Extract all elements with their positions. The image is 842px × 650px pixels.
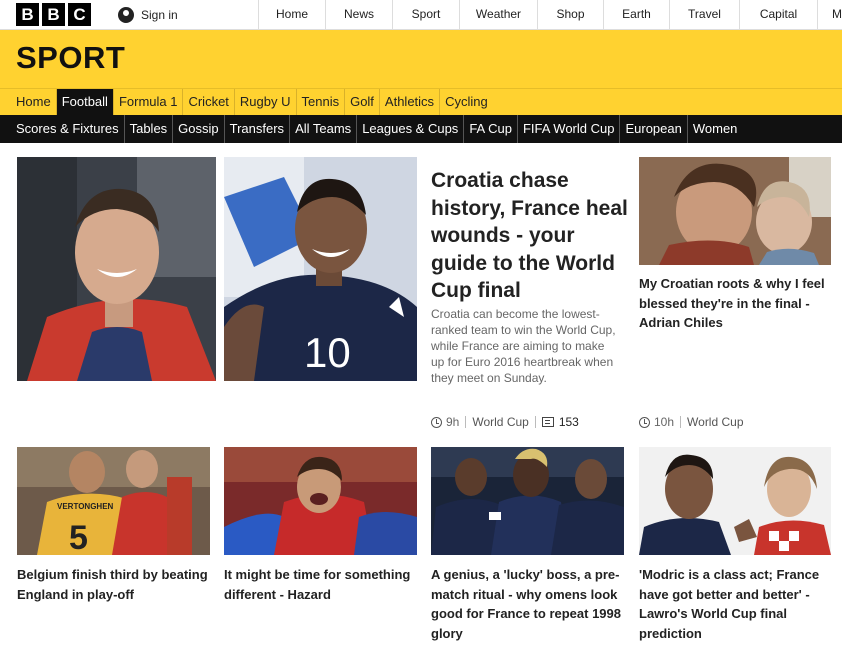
global-nav-news[interactable]: News — [325, 0, 392, 30]
lead-meta: 9h World Cup 153 — [431, 414, 579, 430]
nav-item-cricket[interactable]: Cricket — [183, 89, 235, 115]
sport-header: SPORT — [0, 30, 842, 88]
global-nav: Home News Sport Weather Shop Earth Trave… — [258, 0, 842, 30]
nav-item-rugby-union[interactable]: Rugby U — [235, 89, 297, 115]
lead-shirt-number: 10 — [304, 329, 351, 376]
subnav-gossip[interactable]: Gossip — [173, 115, 225, 143]
global-nav-home[interactable]: Home — [258, 0, 325, 30]
lead-image-mbappe[interactable]: 10 — [224, 157, 417, 381]
lead-summary: Croatia can become the lowest-ranked tea… — [431, 307, 616, 385]
subnav-european[interactable]: European — [620, 115, 688, 143]
sign-in-label: Sign in — [141, 8, 178, 22]
nav-item-golf[interactable]: Golf — [345, 89, 380, 115]
nav-item-formula-1[interactable]: Formula 1 — [114, 89, 184, 115]
global-nav-earth[interactable]: Earth — [603, 0, 669, 30]
promo-image-mbappe-modric[interactable] — [639, 447, 831, 555]
meta-divider — [465, 416, 467, 428]
global-nav-capital[interactable]: Capital — [739, 0, 817, 30]
user-icon — [118, 7, 134, 23]
side-headline[interactable]: My Croatian roots & why I feel blessed t… — [639, 274, 834, 333]
side-tag[interactable]: World Cup — [687, 415, 743, 429]
page-title[interactable]: SPORT — [16, 40, 125, 76]
subnav-transfers[interactable]: Transfers — [225, 115, 291, 143]
bbc-logo[interactable]: B B C — [16, 3, 91, 26]
side-meta: 10h World Cup — [639, 414, 744, 430]
nav-item-tennis[interactable]: Tennis — [297, 89, 346, 115]
nav-item-cycling[interactable]: Cycling — [440, 89, 493, 115]
promo-headline[interactable]: A genius, a 'lucky' boss, a pre-match ri… — [431, 565, 626, 643]
subnav-scores-fixtures[interactable]: Scores & Fixtures — [11, 115, 125, 143]
nav-item-football[interactable]: Football — [56, 89, 114, 115]
promo-headline[interactable]: Belgium finish third by beating England … — [17, 565, 212, 604]
subnav-all-teams[interactable]: All Teams — [290, 115, 358, 143]
promo-headline[interactable]: It might be time for something different… — [224, 565, 419, 604]
lead-timestamp: 9h — [446, 415, 460, 429]
promo-image-france-team[interactable] — [431, 447, 624, 555]
comments-icon — [541, 417, 554, 427]
global-nav-shop[interactable]: Shop — [537, 0, 603, 30]
subnav-fifa-world-cup[interactable]: FIFA World Cup — [518, 115, 621, 143]
promo-headline[interactable]: 'Modric is a class act; France have got … — [639, 565, 834, 643]
subnav-women[interactable]: Women — [688, 115, 743, 143]
lead-tag[interactable]: World Cup — [472, 415, 528, 429]
belgium-shirt-name: VERTONGHEN — [57, 502, 114, 511]
sign-in-link[interactable]: Sign in — [118, 0, 178, 30]
meta-divider — [534, 416, 536, 428]
promo-image-hazard[interactable] — [224, 447, 417, 555]
global-nav-sport[interactable]: Sport — [392, 0, 459, 30]
logo-letter: B — [16, 3, 39, 26]
clock-icon — [431, 416, 442, 428]
primary-nav: Home Football Formula 1 Cricket Rugby U … — [0, 88, 842, 115]
nav-item-athletics[interactable]: Athletics — [380, 89, 441, 115]
nav-item-home[interactable]: Home — [11, 89, 57, 115]
secondary-nav: Scores & Fixtures Tables Gossip Transfer… — [0, 115, 842, 143]
lead-headline[interactable]: Croatia chase history, France heal wound… — [431, 167, 631, 305]
subnav-fa-cup[interactable]: FA Cup — [464, 115, 518, 143]
global-navigation-bar: B B C Sign in Home News Sport Weather Sh… — [0, 0, 842, 30]
subnav-tables[interactable]: Tables — [125, 115, 174, 143]
logo-letter: B — [42, 3, 65, 26]
lead-image-mandzukic[interactable] — [17, 157, 216, 381]
side-timestamp: 10h — [654, 415, 675, 429]
promo-image-belgium[interactable]: 5 VERTONGHEN — [17, 447, 210, 555]
global-nav-weather[interactable]: Weather — [459, 0, 537, 30]
global-nav-more[interactable]: M — [817, 0, 842, 30]
meta-divider — [680, 416, 682, 428]
global-nav-travel[interactable]: Travel — [669, 0, 739, 30]
logo-letter: C — [68, 3, 91, 26]
side-image-chiles[interactable] — [639, 157, 831, 265]
lead-comment-count[interactable]: 153 — [559, 415, 579, 429]
belgium-shirt-number: 5 — [69, 519, 88, 555]
clock-icon — [639, 416, 650, 428]
subnav-leagues-cups[interactable]: Leagues & Cups — [357, 115, 465, 143]
